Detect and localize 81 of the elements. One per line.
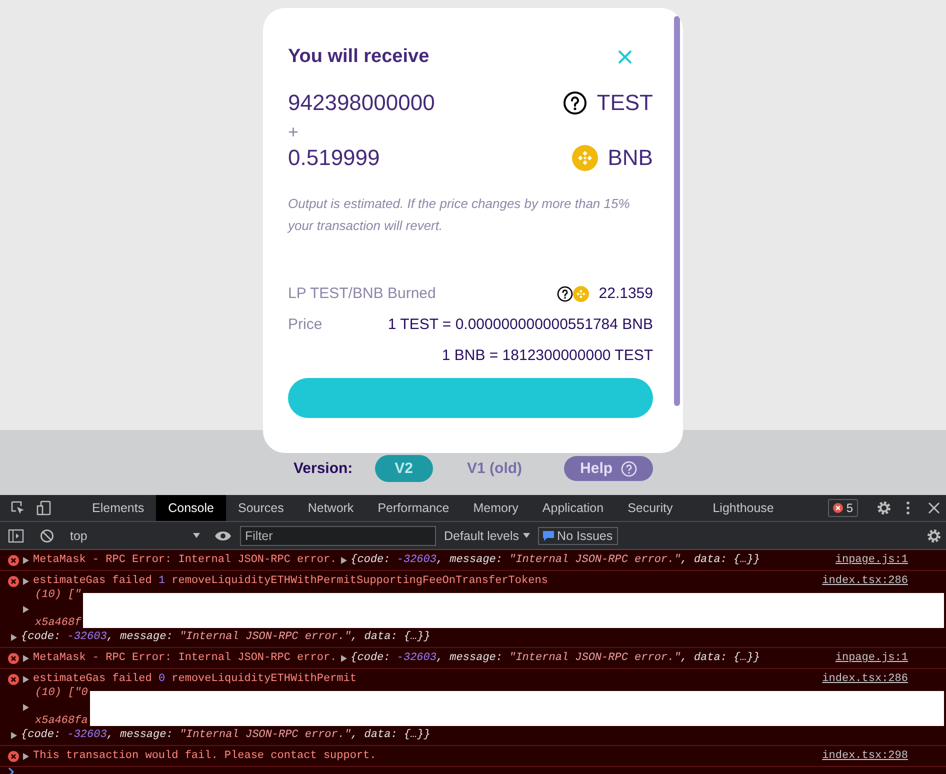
console-array: x5a468fa [35, 714, 88, 728]
price-value: 1 TEST = 0.000000000000551784 BNB [388, 316, 653, 333]
device-icon[interactable] [36, 500, 52, 516]
levels-dropdown[interactable]: Default levels [444, 528, 530, 542]
version-label: Version: [293, 460, 353, 477]
console-message: estimateGas failed 0 removeLiquidityETHWithPermit [33, 672, 356, 686]
devtools-tab[interactable]: Application [530, 495, 616, 521]
token-symbol: BNB [608, 145, 653, 171]
expand-arrow[interactable] [11, 732, 17, 738]
coin-icon [572, 286, 589, 302]
plus-sign: + [288, 122, 300, 143]
source-link[interactable]: index.tsx:286 [822, 672, 908, 686]
source-link[interactable]: index.tsx:286 [822, 574, 908, 588]
error-icon [8, 751, 19, 762]
expand-arrow[interactable] [23, 556, 29, 564]
console-message: estimateGas failed 1 removeLiquidityETHWithPermitSupportingFeeOnTransferTokens [33, 574, 548, 588]
error-icon [833, 503, 844, 513]
modal-title: You will receive [288, 46, 430, 68]
devtools-tab[interactable]: Network [296, 495, 366, 521]
inspect-icon[interactable] [10, 500, 26, 516]
close-icon[interactable] [928, 502, 940, 514]
console-object[interactable]: {code: -32603, message: "Internal JSON-RPC error.", data: {…}} [21, 728, 430, 742]
price-value: 1 BNB = 1812300000000 TEST [442, 347, 653, 364]
token-symbol: TEST [596, 90, 653, 116]
expand-arrow[interactable] [23, 606, 29, 612]
console-message: MetaMask - RPC Error: Internal JSON-RPC error. [33, 651, 337, 665]
console-object[interactable]: {code: -32603, message: "Internal JSON-RPC error.", data: {…}} [350, 553, 760, 567]
clear-icon[interactable] [40, 528, 54, 542]
console-message: MetaMask - RPC Error: Internal JSON-RPC error. [33, 553, 337, 567]
issues-button[interactable]: No Issues [538, 526, 618, 544]
price-label: Price [288, 316, 322, 333]
devtools-tab[interactable]: Security [616, 495, 685, 521]
more-icon[interactable] [906, 501, 910, 515]
console-array: x5a468f [35, 616, 82, 630]
question-icon [562, 91, 587, 115]
expand-arrow[interactable] [340, 556, 347, 564]
source-link[interactable]: inpage.js:1 [835, 553, 908, 567]
amount-value: 0.519999 [288, 145, 380, 171]
scrollbar[interactable] [674, 16, 680, 406]
sidebar-icon[interactable] [8, 528, 24, 542]
console-array: (10) ["0 [35, 686, 88, 700]
console-object[interactable]: {code: -32603, message: "Internal JSON-RPC error.", data: {…}} [21, 630, 430, 644]
estimate-note: Output is estimated. If the price changes by more than 15% your transaction will revert. [288, 195, 631, 235]
coin-icon [572, 145, 598, 171]
devtools-tab[interactable]: Memory [461, 495, 530, 521]
expand-arrow[interactable] [23, 654, 29, 662]
expand-arrow[interactable] [23, 676, 29, 682]
error-icon [8, 674, 19, 685]
eye-icon[interactable] [214, 530, 232, 542]
message-icon [543, 530, 554, 540]
burned-value: 22.1359 [598, 285, 653, 302]
question-icon [620, 460, 637, 476]
console-message: This transaction would fail. Please contact support. [33, 749, 376, 763]
error-icon [8, 555, 19, 566]
source-link[interactable]: index.tsx:298 [822, 749, 908, 763]
source-link[interactable]: inpage.js:1 [835, 651, 908, 665]
settings-icon[interactable] [876, 500, 892, 516]
expand-arrow[interactable] [23, 578, 29, 584]
expand-arrow[interactable] [340, 654, 347, 662]
console-array: (10) [" [35, 588, 82, 602]
question-icon [556, 286, 573, 302]
caret-icon [523, 533, 530, 538]
settings-icon[interactable] [926, 528, 942, 544]
expand-arrow[interactable] [23, 752, 29, 760]
devtools-tab[interactable]: Lighthouse [684, 495, 802, 521]
expand-arrow[interactable] [23, 704, 29, 710]
error-counter[interactable]: 5 [828, 499, 858, 517]
devtools-tab[interactable]: Sources [226, 495, 296, 521]
console-object[interactable]: {code: -32603, message: "Internal JSON-RPC error.", data: {…}} [350, 651, 760, 665]
filter-field[interactable]: Filter [240, 526, 436, 546]
error-icon [8, 653, 19, 664]
devtools-tab[interactable]: Console [156, 495, 226, 521]
devtools-tab[interactable]: Elements [80, 495, 156, 521]
expand-arrow[interactable] [11, 634, 17, 640]
context-select[interactable]: top [70, 528, 206, 542]
prompt-icon[interactable] [8, 767, 15, 774]
devtools-tab[interactable]: Performance [366, 495, 462, 521]
error-icon [8, 576, 19, 587]
burned-label: LP TEST/BNB Burned [288, 285, 436, 302]
amount-value: 942398000000 [288, 90, 435, 116]
caret-icon [193, 533, 200, 538]
